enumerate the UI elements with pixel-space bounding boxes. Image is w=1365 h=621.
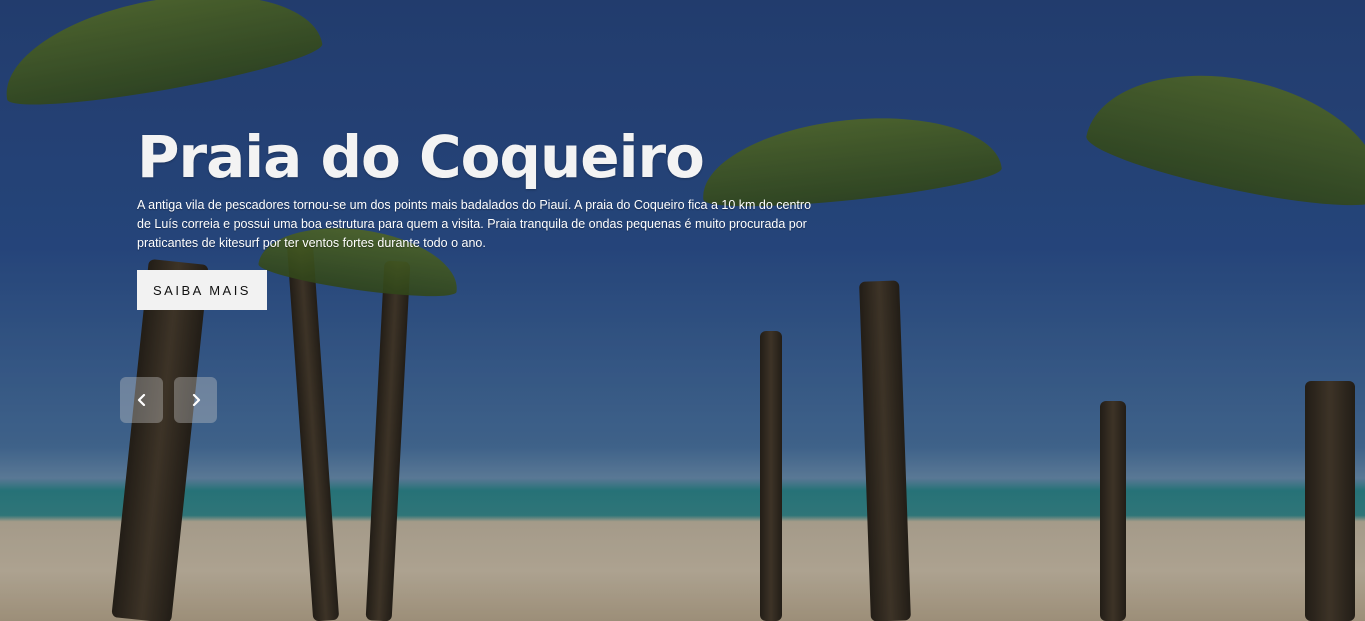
hero-title: Praia do Coqueiro (137, 123, 705, 191)
chevron-left-icon (136, 391, 148, 410)
carousel-prev-button[interactable] (120, 377, 163, 423)
hero-content: Praia do Coqueiro A antiga vila de pesca… (137, 122, 827, 253)
chevron-right-icon (190, 391, 202, 410)
hero-slider: Praia do Coqueiro A antiga vila de pesca… (0, 0, 1365, 621)
image-overlay (0, 0, 1365, 621)
hero-description: A antiga vila de pescadores tornou-se um… (137, 198, 812, 250)
saiba-mais-button[interactable]: SAIBA MAIS (137, 270, 267, 310)
carousel-next-button[interactable] (174, 377, 217, 423)
